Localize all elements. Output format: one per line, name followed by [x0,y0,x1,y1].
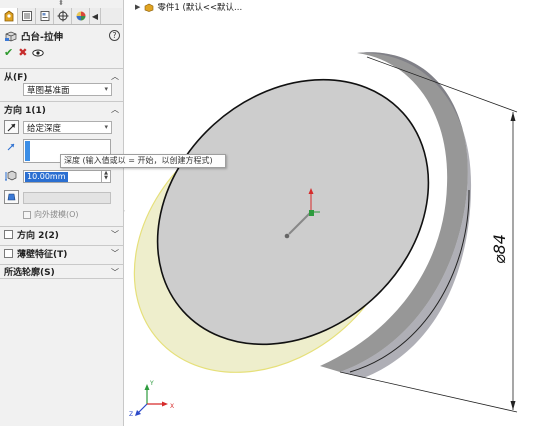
tab-property-manager[interactable] [18,8,36,24]
section-thin-feature-label: 薄壁特征(T) [17,249,68,260]
chevron-up-icon[interactable]: ︿ [111,104,119,115]
depth-dimension-icon [5,170,17,181]
section-thin-feature[interactable]: 薄壁特征(T) ﹀ [0,245,124,260]
breadcrumb[interactable]: ▶ 零件1 (默认<<默认... [135,1,242,13]
from-start-condition-value: 草图基准面 [27,85,70,96]
svg-text:Z: Z [129,411,133,418]
draft-icon [7,193,16,201]
solidworks-window: ⬍ ◀ 凸台-拉伸 ? ✔ ✖ 从(F) ︿ 草图基准面 ▾ 方向 1(1) ︿… [0,0,554,426]
ok-check-icon[interactable]: ✔ [4,47,13,59]
chevron-down-icon[interactable]: ﹀ [111,267,119,278]
section-selected-contours[interactable]: 所选轮廓(S) ﹀ [0,264,124,279]
draft-outward-row: 向外拔模(O) [23,209,79,220]
section-direction1[interactable]: 方向 1(1) ︿ [0,101,124,116]
draft-outward-checkbox [23,210,31,219]
view-triad: X Y Z [129,380,174,418]
reverse-direction-button[interactable] [4,120,19,134]
chevron-down-icon: ▾ [104,85,108,93]
chevron-down-icon[interactable]: ﹀ [111,229,119,240]
svg-text:Y: Y [149,380,154,387]
direction2-checkbox[interactable] [4,229,13,239]
preview-eye-icon[interactable] [32,48,45,58]
panel-grip[interactable]: ⬍ [56,0,66,7]
section-selected-contours-label: 所选轮廓(S) [4,268,55,278]
section-direction1-label: 方向 1(1) [4,105,46,116]
tab-feature-manager[interactable] [0,8,18,24]
chevron-up-icon[interactable]: ︿ [111,71,119,82]
property-manager-panel: ⬍ ◀ 凸台-拉伸 ? ✔ ✖ 从(F) ︿ 草图基准面 ▾ 方向 1(1) ︿… [0,0,124,426]
dimension-extension-bottom [339,371,518,413]
dimxpert-icon [57,10,68,22]
section-direction2[interactable]: 方向 2(2) ﹀ [0,226,124,241]
manager-tabbar: ◀ [0,8,122,25]
feature-title: 凸台-拉伸 [21,32,63,43]
tab-display-manager[interactable] [72,8,90,24]
help-icon[interactable]: ? [109,30,120,41]
tab-configuration-manager[interactable] [36,8,54,24]
tab-dimxpert[interactable] [54,8,72,24]
chevron-down-icon: ▾ [104,123,108,131]
thin-feature-checkbox[interactable] [4,248,13,258]
feature-manager-icon [4,10,13,22]
section-from-label: 从(F) [4,72,28,83]
part-icon [145,3,154,12]
breadcrumb-text: 零件1 (默认<<默认... [157,3,243,13]
model-scene: ⌀84 X Y Z [129,52,518,418]
dimension-arrow-top [510,112,516,121]
section-direction2-label: 方向 2(2) [17,230,59,241]
tab-scroll-left[interactable]: ◀ [90,8,101,24]
section-from[interactable]: 从(F) ︿ [0,68,124,83]
svg-text:X: X [170,403,174,410]
dimension-arrow-bottom [510,401,516,410]
diameter-dimension-label[interactable]: ⌀84 [490,234,509,264]
selection-focus-bar [25,141,30,161]
chevron-right-icon: ▶ [135,3,141,11]
reverse-direction-icon [7,123,16,132]
depth-spinner[interactable]: ▲ ▼ [101,171,110,182]
depth-input[interactable]: 10.00mm ▲ ▼ [23,170,111,183]
display-manager-icon [76,11,85,21]
configuration-manager-icon [40,11,49,21]
draft-toggle-button[interactable] [4,190,19,204]
feature-title-row: 凸台-拉伸 ? [0,28,124,44]
draft-outward-label: 向外拔模(O) [34,210,79,219]
cancel-x-icon[interactable]: ✖ [18,47,27,59]
property-manager-icon [21,11,32,21]
boss-extrude-icon [5,31,17,42]
direction-vector-icon [7,143,15,151]
end-condition-select[interactable]: 给定深度 ▾ [23,121,112,134]
chevron-down-icon[interactable]: ﹀ [111,248,119,259]
chevron-left-icon: ◀ [91,11,99,21]
depth-value: 10.00mm [25,172,68,182]
graphics-viewport[interactable]: ⌀84 X Y Z ▶ 零件1 (默认<<默认... [125,0,554,426]
action-buttons: ✔ ✖ [4,46,45,60]
from-start-condition-select[interactable]: 草图基准面 ▾ [23,83,112,96]
end-condition-value: 给定深度 [27,123,62,134]
draft-angle-input [23,192,111,204]
depth-tooltip: 深度 (输入值或以 = 开始，以创建方程式) [60,154,226,168]
